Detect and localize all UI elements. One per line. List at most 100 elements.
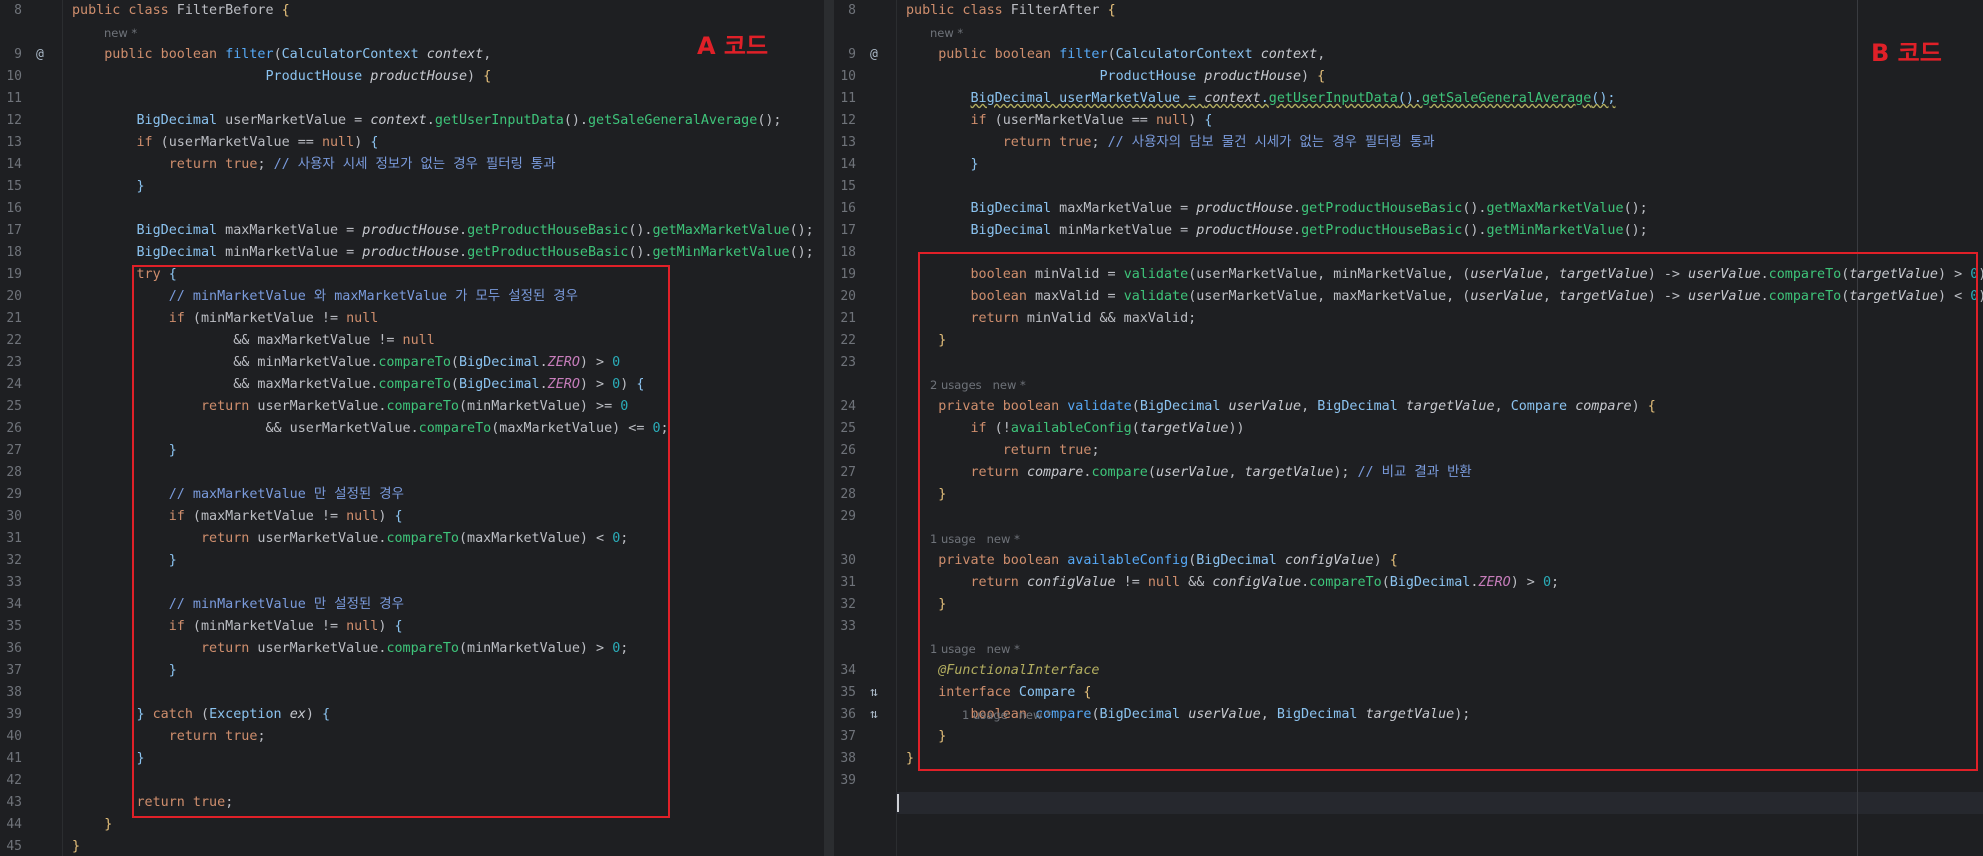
line-number[interactable]: 39 <box>0 704 22 726</box>
line-number[interactable]: 33 <box>834 616 856 638</box>
code-text[interactable]: public class FilterBefore { <box>72 0 290 22</box>
code-text[interactable]: public boolean filter(CalculatorContext … <box>72 44 491 66</box>
line-number[interactable]: 11 <box>834 88 856 110</box>
line-number[interactable]: 10 <box>0 66 22 88</box>
line-number[interactable]: 23 <box>0 352 22 374</box>
line-number[interactable]: 21 <box>834 308 856 330</box>
line-number[interactable]: 24 <box>834 396 856 418</box>
line-number[interactable]: 19 <box>0 264 22 286</box>
code-line[interactable]: 11 BigDecimal userMarketValue = context.… <box>834 88 1983 110</box>
line-number[interactable]: 25 <box>0 396 22 418</box>
implementation-gutter-icon[interactable]: ⇅ <box>870 704 878 726</box>
code-text[interactable]: if (userMarketValue == null) { <box>72 132 379 154</box>
line-number[interactable]: 16 <box>0 198 22 220</box>
code-line[interactable]: 8 public class FilterBefore { <box>0 0 824 22</box>
line-number[interactable]: 35 <box>834 682 856 704</box>
line-number[interactable]: 38 <box>0 682 22 704</box>
line-number[interactable]: 31 <box>0 528 22 550</box>
line-number[interactable]: 15 <box>0 176 22 198</box>
line-number[interactable]: 38 <box>834 748 856 770</box>
code-line[interactable]: 18 BigDecimal minMarketValue = productHo… <box>0 242 824 264</box>
code-line[interactable]: 14 } <box>834 154 1983 176</box>
line-number[interactable]: 24 <box>0 374 22 396</box>
code-text[interactable]: BigDecimal minMarketValue = productHouse… <box>906 220 1648 242</box>
line-number[interactable]: 16 <box>834 198 856 220</box>
line-number[interactable]: 34 <box>834 660 856 682</box>
line-number[interactable]: 20 <box>834 286 856 308</box>
line-number[interactable]: 18 <box>834 242 856 264</box>
code-line[interactable]: 12 if (userMarketValue == null) { <box>834 110 1983 132</box>
line-number[interactable]: 28 <box>0 462 22 484</box>
line-number[interactable]: 17 <box>834 220 856 242</box>
line-number[interactable]: 29 <box>834 506 856 528</box>
code-text[interactable]: BigDecimal maxMarketValue = productHouse… <box>906 198 1648 220</box>
code-text[interactable]: public boolean filter(CalculatorContext … <box>906 44 1325 66</box>
line-number[interactable]: 37 <box>0 660 22 682</box>
code-text[interactable]: } <box>906 154 979 176</box>
line-number[interactable]: 20 <box>0 286 22 308</box>
line-number[interactable]: 13 <box>834 132 856 154</box>
code-line[interactable]: 45} <box>0 836 824 856</box>
line-number[interactable]: 32 <box>834 594 856 616</box>
pane-divider[interactable] <box>824 0 834 856</box>
line-number[interactable]: 40 <box>0 726 22 748</box>
code-text[interactable]: } <box>72 176 145 198</box>
code-text[interactable]: public class FilterAfter { <box>906 0 1116 22</box>
code-text[interactable]: BigDecimal minMarketValue = productHouse… <box>72 242 814 264</box>
implementation-gutter-icon[interactable]: ⇅ <box>870 682 878 704</box>
override-gutter-icon[interactable]: @ <box>36 44 44 66</box>
line-number[interactable]: 27 <box>834 462 856 484</box>
line-number[interactable]: 29 <box>0 484 22 506</box>
code-text[interactable]: } <box>72 814 112 836</box>
code-text[interactable]: BigDecimal maxMarketValue = productHouse… <box>72 220 814 242</box>
code-line[interactable]: 17 BigDecimal minMarketValue = productHo… <box>834 220 1983 242</box>
code-text[interactable]: return true; // 사용자의 담보 물건 시세가 없는 경우 필터링… <box>906 132 1435 154</box>
line-number[interactable]: 19 <box>834 264 856 286</box>
override-gutter-icon[interactable]: @ <box>870 44 878 66</box>
line-number[interactable]: 36 <box>834 704 856 726</box>
line-number[interactable]: 13 <box>0 132 22 154</box>
line-number[interactable]: 28 <box>834 484 856 506</box>
line-number[interactable]: 14 <box>0 154 22 176</box>
editor-pane-b[interactable]: 8 public class FilterAfter { 9 @ public boo… <box>834 0 1983 856</box>
line-number[interactable]: 30 <box>0 506 22 528</box>
code-line[interactable]: 9 @ public boolean filter(CalculatorConte… <box>834 44 1983 66</box>
code-text[interactable]: return true; // 사용자 시세 정보가 없는 경우 필터링 통과 <box>72 154 556 176</box>
line-number[interactable]: 39 <box>834 770 856 792</box>
line-number[interactable]: 9 <box>0 44 22 66</box>
line-number[interactable]: 41 <box>0 748 22 770</box>
line-number[interactable]: 43 <box>0 792 22 814</box>
line-number[interactable]: 12 <box>834 110 856 132</box>
code-line[interactable]: 16 BigDecimal maxMarketValue = productHo… <box>834 198 1983 220</box>
code-text[interactable]: } <box>72 836 80 856</box>
line-number[interactable]: 8 <box>0 0 22 22</box>
line-number[interactable]: 25 <box>834 418 856 440</box>
line-number[interactable]: 10 <box>834 66 856 88</box>
line-number[interactable]: 22 <box>834 330 856 352</box>
editor-pane-a[interactable]: 8 public class FilterBefore { 9 @ public bo… <box>0 0 824 856</box>
code-line[interactable]: 12 BigDecimal userMarketValue = context.… <box>0 110 824 132</box>
code-line[interactable]: 13 if (userMarketValue == null) { <box>0 132 824 154</box>
line-number[interactable]: 35 <box>0 616 22 638</box>
line-number[interactable]: 33 <box>0 572 22 594</box>
line-number[interactable]: 18 <box>0 242 22 264</box>
line-number[interactable]: 45 <box>0 836 22 856</box>
line-number[interactable]: 21 <box>0 308 22 330</box>
line-number[interactable]: 22 <box>0 330 22 352</box>
code-text[interactable]: ProductHouse productHouse) { <box>906 66 1325 88</box>
line-number[interactable]: 23 <box>834 352 856 374</box>
code-text[interactable]: } <box>906 748 914 770</box>
line-number[interactable]: 30 <box>834 550 856 572</box>
code-line[interactable]: 10 ProductHouse productHouse) { <box>834 66 1983 88</box>
code-line[interactable]: 13 return true; // 사용자의 담보 물건 시세가 없는 경우 … <box>834 132 1983 154</box>
code-text[interactable]: if (userMarketValue == null) { <box>906 110 1213 132</box>
line-number[interactable]: 14 <box>834 154 856 176</box>
line-number[interactable]: 26 <box>0 418 22 440</box>
line-number[interactable]: 11 <box>0 88 22 110</box>
code-line[interactable]: 39 <box>834 770 1983 792</box>
code-line[interactable]: 8 public class FilterAfter { <box>834 0 1983 22</box>
line-number[interactable]: 36 <box>0 638 22 660</box>
code-line[interactable]: 15 } <box>0 176 824 198</box>
line-number[interactable]: 34 <box>0 594 22 616</box>
line-number[interactable]: 17 <box>0 220 22 242</box>
